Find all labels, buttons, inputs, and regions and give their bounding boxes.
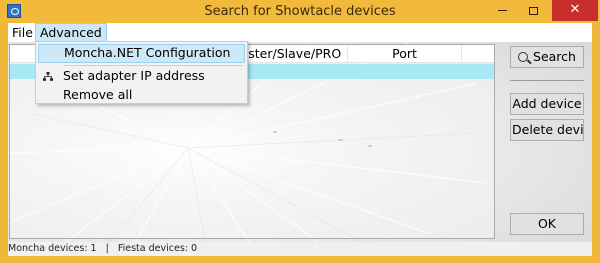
advanced-menu-dropdown: Moncha.NET Configuration Set adapter IP … — [35, 41, 248, 104]
button-divider — [510, 80, 584, 81]
search-button-label: Search — [533, 49, 576, 64]
delete-device-button[interactable]: Delete device — [510, 119, 584, 141]
menu-item-label: Set adapter IP address — [63, 68, 205, 83]
search-button[interactable]: Search — [510, 46, 584, 68]
title-bar[interactable]: Search for Showtacle devices ✕ — [0, 0, 600, 23]
window-bottom-border — [0, 256, 600, 263]
app-window: Search for Showtacle devices ✕ File Adva… — [0, 0, 600, 263]
maximize-icon — [528, 6, 538, 15]
menu-item-remove-all[interactable]: Remove all — [38, 86, 245, 105]
close-button[interactable]: ✕ — [552, 0, 598, 21]
network-icon — [43, 72, 53, 81]
column-header-extra[interactable] — [462, 45, 494, 63]
menu-item-moncha-config[interactable]: Moncha.NET Configuration — [38, 44, 245, 63]
menu-item-set-adapter-ip[interactable]: Set adapter IP address — [38, 67, 245, 86]
search-icon — [518, 52, 529, 62]
menu-separator — [63, 65, 243, 66]
close-icon: ✕ — [569, 2, 581, 17]
column-header-port[interactable]: Port — [348, 45, 462, 63]
ok-button[interactable]: OK — [510, 213, 584, 235]
menu-advanced[interactable]: Advanced — [35, 23, 107, 42]
maximize-button[interactable] — [520, 0, 546, 21]
minimize-icon — [497, 10, 507, 11]
menu-file[interactable]: File — [8, 23, 37, 42]
status-bar: Moncha devices: 1 | Fiesta devices: 0 — [8, 242, 592, 256]
add-device-button[interactable]: Add device — [510, 93, 584, 115]
menu-bar: File Advanced — [8, 23, 592, 42]
minimize-button[interactable] — [489, 0, 515, 21]
